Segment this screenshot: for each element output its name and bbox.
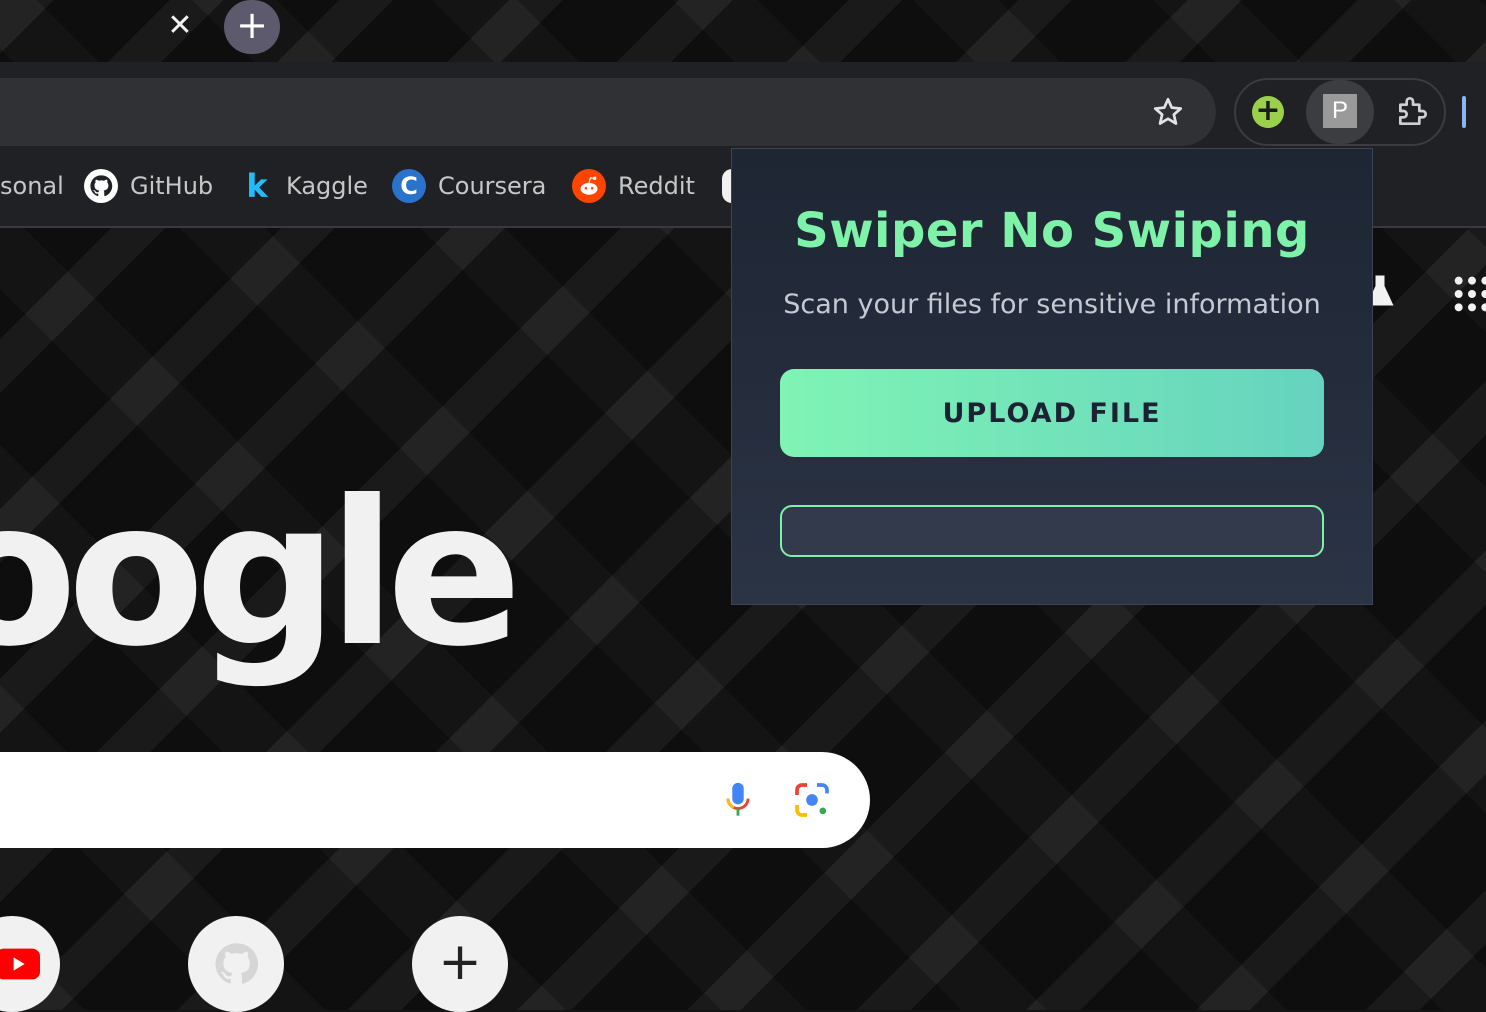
apps-grid-icon[interactable] [1452, 274, 1486, 314]
popup-subtitle: Scan your files for sensitive informatio… [783, 289, 1321, 320]
google-lens-icon[interactable] [792, 780, 832, 820]
youtube-icon [0, 948, 40, 980]
tab-strip: ✕ + [0, 0, 1486, 62]
menu-edge-indicator [1462, 96, 1466, 128]
upload-file-button[interactable]: UPLOAD FILE [780, 369, 1324, 457]
tab-close-button[interactable]: ✕ [162, 8, 198, 44]
bookmark-reddit[interactable]: Reddit [572, 168, 695, 204]
microphone-icon[interactable] [720, 780, 756, 820]
bookmark-label: Coursera [438, 172, 547, 200]
ext-plus-icon[interactable]: + [1252, 96, 1284, 128]
github-icon [84, 169, 118, 203]
add-shortcut-button[interactable]: + [412, 916, 508, 1012]
result-field[interactable] [780, 505, 1324, 557]
bookmark-github[interactable]: GitHub [84, 168, 213, 204]
star-icon[interactable] [1150, 94, 1186, 130]
address-bar[interactable] [0, 78, 1216, 146]
coursera-icon: C [392, 169, 426, 203]
bookmark-label: sonal [0, 172, 64, 200]
extension-popup: Swiper No Swiping Scan your files for se… [731, 148, 1373, 605]
shortcut-github[interactable] [188, 916, 284, 1012]
google-logo: oogle [0, 458, 522, 691]
plus-icon: + [438, 932, 482, 992]
bookmark-label: GitHub [130, 172, 214, 200]
bookmark-label: Reddit [618, 172, 695, 200]
bookmark-coursera[interactable]: C Coursera [392, 168, 546, 204]
github-icon [215, 943, 258, 984]
kaggle-icon: k [246, 167, 268, 205]
bookmark-label: Kaggle [286, 172, 368, 200]
new-tab-button[interactable]: + [224, 0, 280, 54]
popup-title: Swiper No Swiping [794, 203, 1310, 259]
bookmark-kaggle[interactable]: k Kaggle [240, 167, 368, 205]
ext-p-icon[interactable]: P [1323, 94, 1357, 128]
reddit-icon [572, 169, 606, 203]
bookmark-personal[interactable]: sonal [0, 168, 64, 204]
puzzle-icon[interactable] [1394, 92, 1432, 130]
